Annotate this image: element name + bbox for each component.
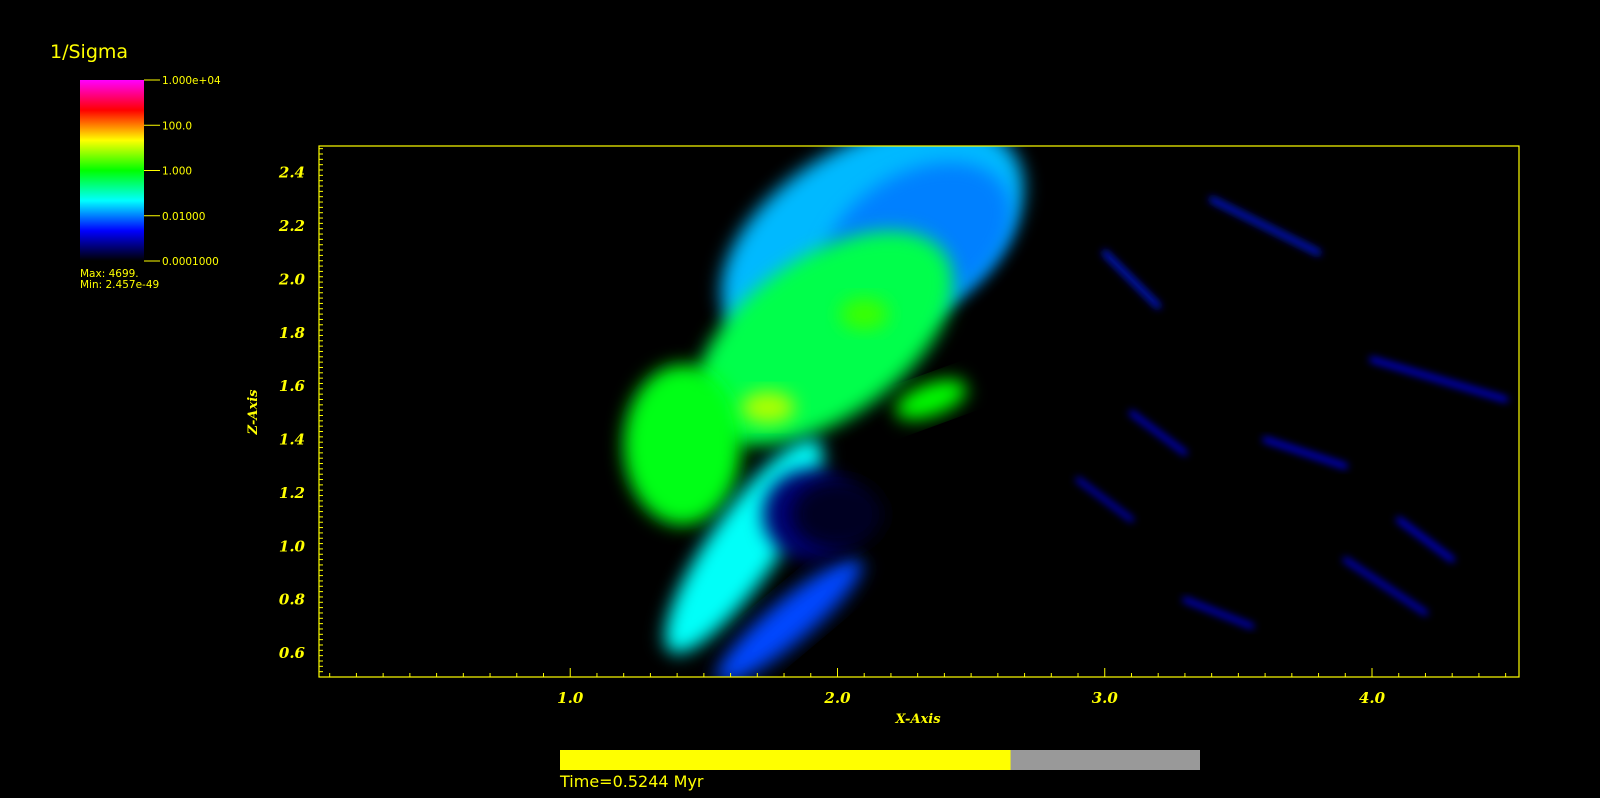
y-tick-label: 1.4 xyxy=(279,431,305,449)
density-filament xyxy=(1075,477,1134,523)
x-axis: 1.0 2.0 3.0 4.0 xyxy=(329,668,1507,707)
density-region xyxy=(840,298,889,331)
density-filament xyxy=(1209,196,1322,256)
heatmap-field xyxy=(623,146,1509,677)
colorbar xyxy=(80,80,144,261)
colorbar-legend: 1/Sigma 1.000e+04 100.0 1.000 0.01000 0.0001… xyxy=(50,41,221,291)
density-filament xyxy=(1342,557,1428,616)
density-filament xyxy=(1182,597,1255,629)
colorbar-tick-label: 100.0 xyxy=(162,120,192,132)
colorbar-tick-label: 0.01000 xyxy=(162,211,205,223)
density-region xyxy=(792,479,883,549)
y-tick-label: 2.2 xyxy=(278,217,305,235)
density-filament xyxy=(1128,410,1188,456)
y-tick-label: 1.0 xyxy=(279,537,306,555)
y-tick-label: 0.8 xyxy=(279,591,306,609)
time-progress-fill xyxy=(560,750,1011,770)
y-tick-label: 1.2 xyxy=(279,484,305,502)
plot-canvas: 1/Sigma 1.000e+04 100.0 1.000 0.01000 0.0001… xyxy=(50,41,1520,791)
density-filament xyxy=(1369,356,1509,402)
x-axis-title: X-Axis xyxy=(894,712,941,727)
colorbar-min-label: Min: 2.457e-49 xyxy=(80,279,159,291)
y-tick-label: 0.6 xyxy=(279,644,306,662)
density-region xyxy=(895,379,967,420)
x-tick-label: 2.0 xyxy=(823,689,851,707)
colorbar-tick-label: 1.000 xyxy=(162,166,192,178)
time-label: Time=0.5244 Myr xyxy=(559,772,704,791)
colorbar-title: 1/Sigma xyxy=(50,41,128,63)
y-tick-label: 2.0 xyxy=(278,270,306,288)
y-axis-title: Z-Axis xyxy=(246,389,261,436)
colorbar-tick-label: 1.000e+04 xyxy=(162,75,221,87)
y-tick-label: 1.8 xyxy=(279,324,306,342)
x-tick-label: 3.0 xyxy=(1092,689,1119,707)
y-tick-label: 2.4 xyxy=(278,164,305,182)
colorbar-tick-label: 0.0001000 xyxy=(162,256,219,268)
time-progress: Time=0.5244 Myr xyxy=(559,750,1200,791)
density-filament xyxy=(1102,250,1161,309)
density-region xyxy=(741,391,795,424)
x-tick-label: 1.0 xyxy=(557,689,584,707)
density-region xyxy=(623,364,742,525)
density-filament xyxy=(1396,517,1455,563)
colorbar-ticks: 1.000e+04 100.0 1.000 0.01000 0.0001000 xyxy=(144,75,221,268)
y-tick-label: 1.6 xyxy=(279,377,306,395)
y-axis: 0.6 0.8 1.0 1.2 1.4 1.6 1.8 2.0 2.2 2.4 xyxy=(278,148,323,678)
x-tick-label: 4.0 xyxy=(1359,689,1386,707)
density-filament xyxy=(1262,437,1348,469)
